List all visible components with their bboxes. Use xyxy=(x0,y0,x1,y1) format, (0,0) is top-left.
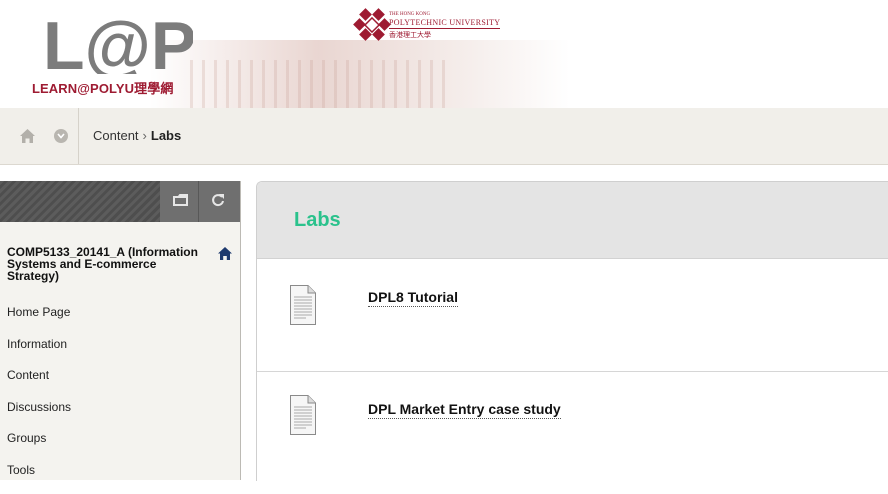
content-item: DPL8 Tutorial xyxy=(257,259,888,372)
polyu-emblem-icon xyxy=(352,8,392,42)
university-name-chinese: 香港理工大學 xyxy=(389,30,431,40)
university-name-line1: THE HONG KONG xyxy=(389,12,430,17)
breadcrumb-current: Labs xyxy=(151,128,181,143)
course-title[interactable]: COMP5133_20141_A (Information Systems an… xyxy=(7,246,207,282)
logo-mark-text: L@PU xyxy=(43,14,193,74)
course-menu-item-discussions[interactable]: Discussions xyxy=(7,400,71,432)
breadcrumb-content-link[interactable]: Content xyxy=(93,128,139,143)
learn-polyu-logo[interactable]: L@PU xyxy=(43,14,193,74)
course-menu-toolbar xyxy=(0,181,240,222)
document-icon xyxy=(290,395,316,435)
breadcrumb: Content › Labs xyxy=(93,128,181,143)
toolbar-divider xyxy=(198,181,199,222)
chevron-down-circle-icon[interactable] xyxy=(54,129,68,143)
course-menu-toolbar-buttons xyxy=(160,181,240,222)
page-title: Labs xyxy=(294,209,341,232)
content-area: Labs DPL8 Tutorial DPL Market xyxy=(256,181,888,481)
course-home-icon[interactable] xyxy=(218,247,232,260)
content-item-link[interactable]: DPL8 Tutorial xyxy=(368,289,458,307)
document-icon xyxy=(290,285,316,325)
home-icon[interactable] xyxy=(20,129,35,143)
university-name-line2: POLYTECHNIC UNIVERSITY xyxy=(389,18,500,29)
course-menu-item-tools[interactable]: Tools xyxy=(7,463,71,494)
breadcrumb-icons xyxy=(0,108,79,164)
banner-background-columns xyxy=(190,60,450,108)
course-menu-item-information[interactable]: Information xyxy=(7,337,71,369)
content-header: Labs xyxy=(257,182,888,259)
logo-text: LEARN@POLYU理學網 xyxy=(32,78,173,97)
breadcrumb-bar: Content › Labs xyxy=(0,108,888,165)
course-menu-list: Home Page Information Content Discussion… xyxy=(7,305,71,494)
course-menu: COMP5133_20141_A (Information Systems an… xyxy=(0,181,241,480)
content-item: DPL Market Entry case study xyxy=(257,372,888,481)
folder-icon[interactable] xyxy=(173,193,188,207)
content-item-link[interactable]: DPL Market Entry case study xyxy=(368,401,561,419)
breadcrumb-separator: › xyxy=(143,128,147,143)
course-menu-item-home-page[interactable]: Home Page xyxy=(7,305,71,337)
course-menu-item-groups[interactable]: Groups xyxy=(7,431,71,463)
course-menu-item-content[interactable]: Content xyxy=(7,368,71,400)
header-banner: L@PU LEARN@POLYU理學網 THE HONG KONG POLYTE… xyxy=(0,0,888,108)
refresh-icon[interactable] xyxy=(211,193,225,207)
